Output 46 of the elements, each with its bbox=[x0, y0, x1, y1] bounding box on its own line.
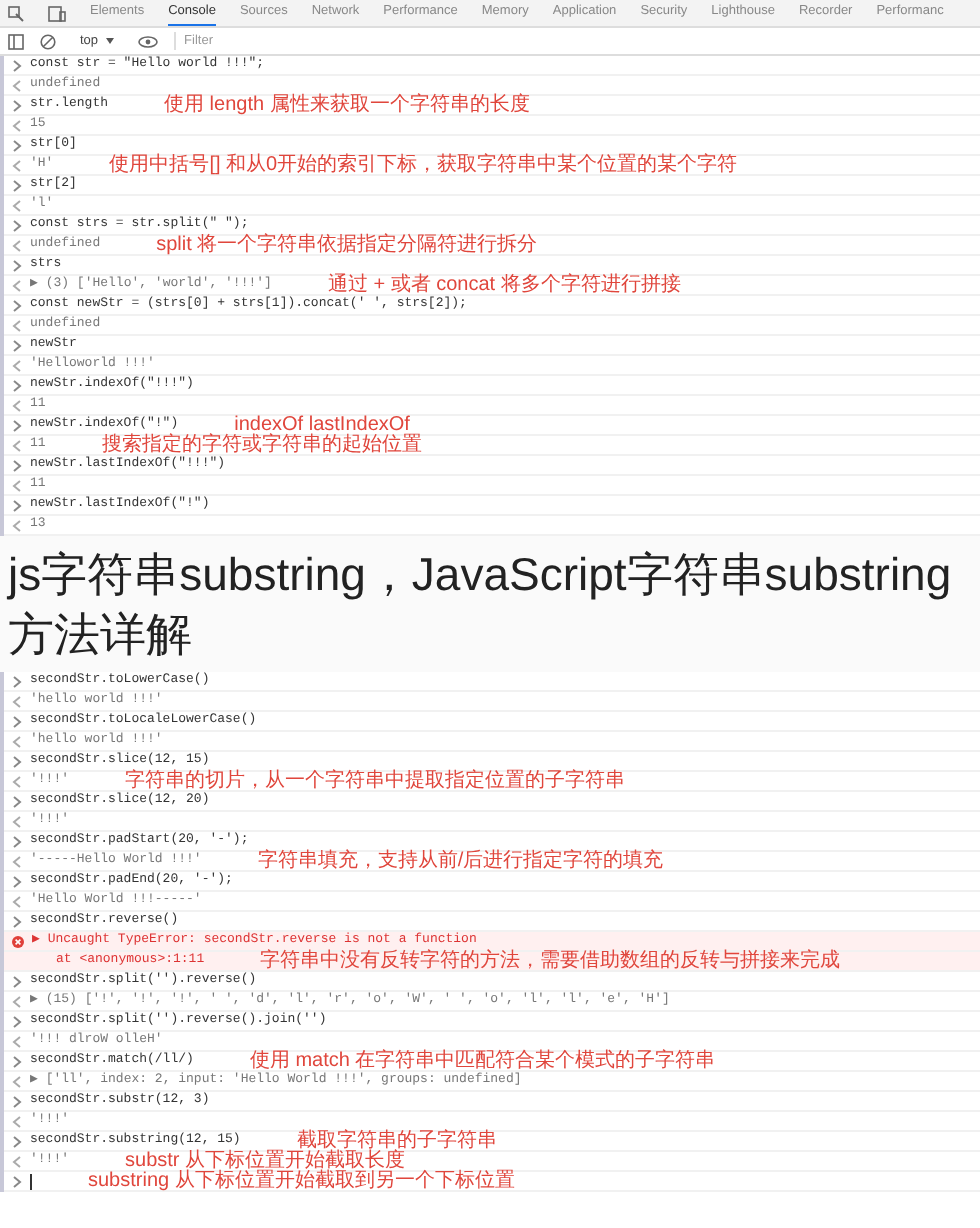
prompt-icon bbox=[12, 835, 22, 847]
prompt-icon bbox=[12, 59, 22, 71]
prompt-icon bbox=[12, 499, 22, 511]
annotation-note: split 将一个字符串依据指定分隔符进行拆分 bbox=[156, 235, 538, 255]
annotation-note: substr 从下标位置开始截取长度 bbox=[125, 1151, 406, 1171]
device-icon[interactable] bbox=[48, 5, 66, 21]
prompt-icon bbox=[12, 379, 22, 391]
prompt-icon bbox=[12, 875, 22, 887]
clear-console-icon[interactable] bbox=[40, 33, 56, 49]
prompt-icon bbox=[12, 259, 22, 271]
prompt-icon bbox=[12, 795, 22, 807]
annotation-note: 使用 match 在字符串中匹配符合某个模式的子字符串 bbox=[249, 1051, 716, 1071]
prompt-icon bbox=[12, 755, 22, 767]
text-cursor bbox=[30, 1173, 32, 1189]
prompt-icon bbox=[12, 1175, 22, 1187]
annotation-note: 字符串的切片，从一个字符串中提取指定位置的子字符串 bbox=[125, 771, 626, 791]
prompt-icon bbox=[12, 675, 22, 687]
annotation-note: 字符串中没有反转字符的方法，需要借助数组的反转与拼接来完成 bbox=[260, 951, 841, 971]
annotation-note: 通过 + 或者 concat 将多个字符进行拼接 bbox=[327, 275, 681, 295]
article-title: js字符串substring，JavaScript字符串substring方法详解 bbox=[0, 536, 980, 672]
prompt-icon bbox=[12, 139, 22, 151]
prompt-icon bbox=[12, 1135, 22, 1147]
prompt-icon bbox=[12, 419, 22, 431]
prompt-icon bbox=[12, 339, 22, 351]
annotation-note: 使用 length 属性来获取一个字符串的长度 bbox=[164, 95, 530, 115]
error-icon bbox=[12, 935, 24, 947]
annotation-note: substring 从下标位置开始截取到另一个下标位置 bbox=[88, 1171, 515, 1191]
annotation-note: 字符串填充，支持从前/后进行指定字符的填充 bbox=[257, 851, 664, 871]
prompt-icon bbox=[12, 1095, 22, 1107]
annotation-note: indexOf lastIndexOf bbox=[234, 415, 410, 435]
prompt-icon bbox=[12, 975, 22, 987]
eye-icon[interactable] bbox=[138, 35, 159, 47]
caret-icon bbox=[106, 38, 115, 44]
inspect-icon[interactable] bbox=[8, 5, 24, 21]
prompt-icon bbox=[12, 715, 22, 727]
prompt-icon bbox=[12, 99, 22, 111]
annotation-note: 使用中括号[] 和从0开始的索引下标，获取字符串中某个位置的某个字符 bbox=[109, 155, 738, 175]
prompt-icon bbox=[12, 1055, 22, 1067]
prompt-icon bbox=[12, 179, 22, 191]
prompt-icon bbox=[12, 1015, 22, 1027]
prompt-icon bbox=[12, 459, 22, 471]
sidebar-icon[interactable] bbox=[8, 33, 24, 49]
prompt-icon bbox=[12, 219, 22, 231]
prompt-icon bbox=[12, 299, 22, 311]
prompt-icon bbox=[12, 915, 22, 927]
annotation-note: 截取字符串的子字符串 bbox=[296, 1131, 497, 1151]
